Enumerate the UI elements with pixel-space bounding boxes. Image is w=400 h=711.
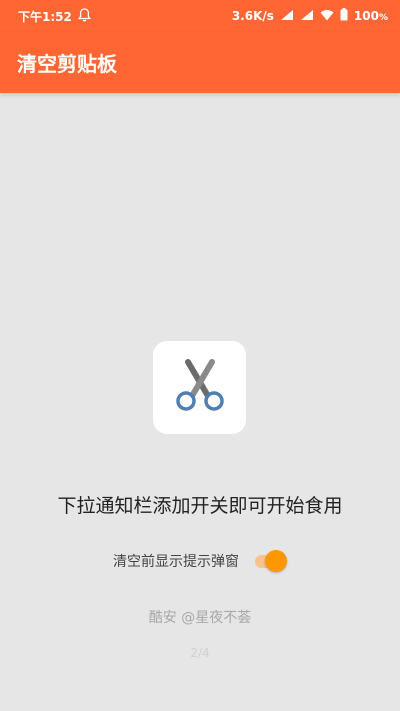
scissors-icon <box>172 358 228 418</box>
toggle-knob <box>265 550 287 572</box>
instruction-headline: 下拉通知栏添加开关即可开始食用 <box>57 495 343 517</box>
status-bar: 下午1:52 3.6K/s 100% <box>0 0 400 32</box>
setting-label: 清空前显示提示弹窗 <box>113 554 239 570</box>
app-icon-tile <box>153 341 246 434</box>
signal-hd-icon <box>300 9 314 24</box>
notification-bell-icon <box>77 7 91 25</box>
battery-icon <box>340 8 348 24</box>
app-bar: 清空剪贴板 <box>0 32 400 93</box>
author-credit: 酷安 @星夜不荟 <box>148 610 252 626</box>
main-content: 下拉通知栏添加开关即可开始食用 清空前显示提示弹窗 酷安 @星夜不荟 2/4 <box>0 93 400 711</box>
status-left: 下午1:52 <box>18 7 91 25</box>
setting-row: 清空前显示提示弹窗 <box>0 549 400 573</box>
app-title: 清空剪贴板 <box>17 52 117 76</box>
status-time: 下午1:52 <box>18 9 72 24</box>
signal-hd-icon <box>280 9 294 24</box>
status-right: 3.6K/s 100% <box>232 8 388 24</box>
wifi-icon <box>320 9 334 24</box>
page-indicator: 2/4 <box>190 646 210 660</box>
show-prompt-toggle[interactable] <box>253 549 287 573</box>
battery-percent: 100% <box>353 9 388 23</box>
network-speed: 3.6K/s <box>231 9 274 23</box>
